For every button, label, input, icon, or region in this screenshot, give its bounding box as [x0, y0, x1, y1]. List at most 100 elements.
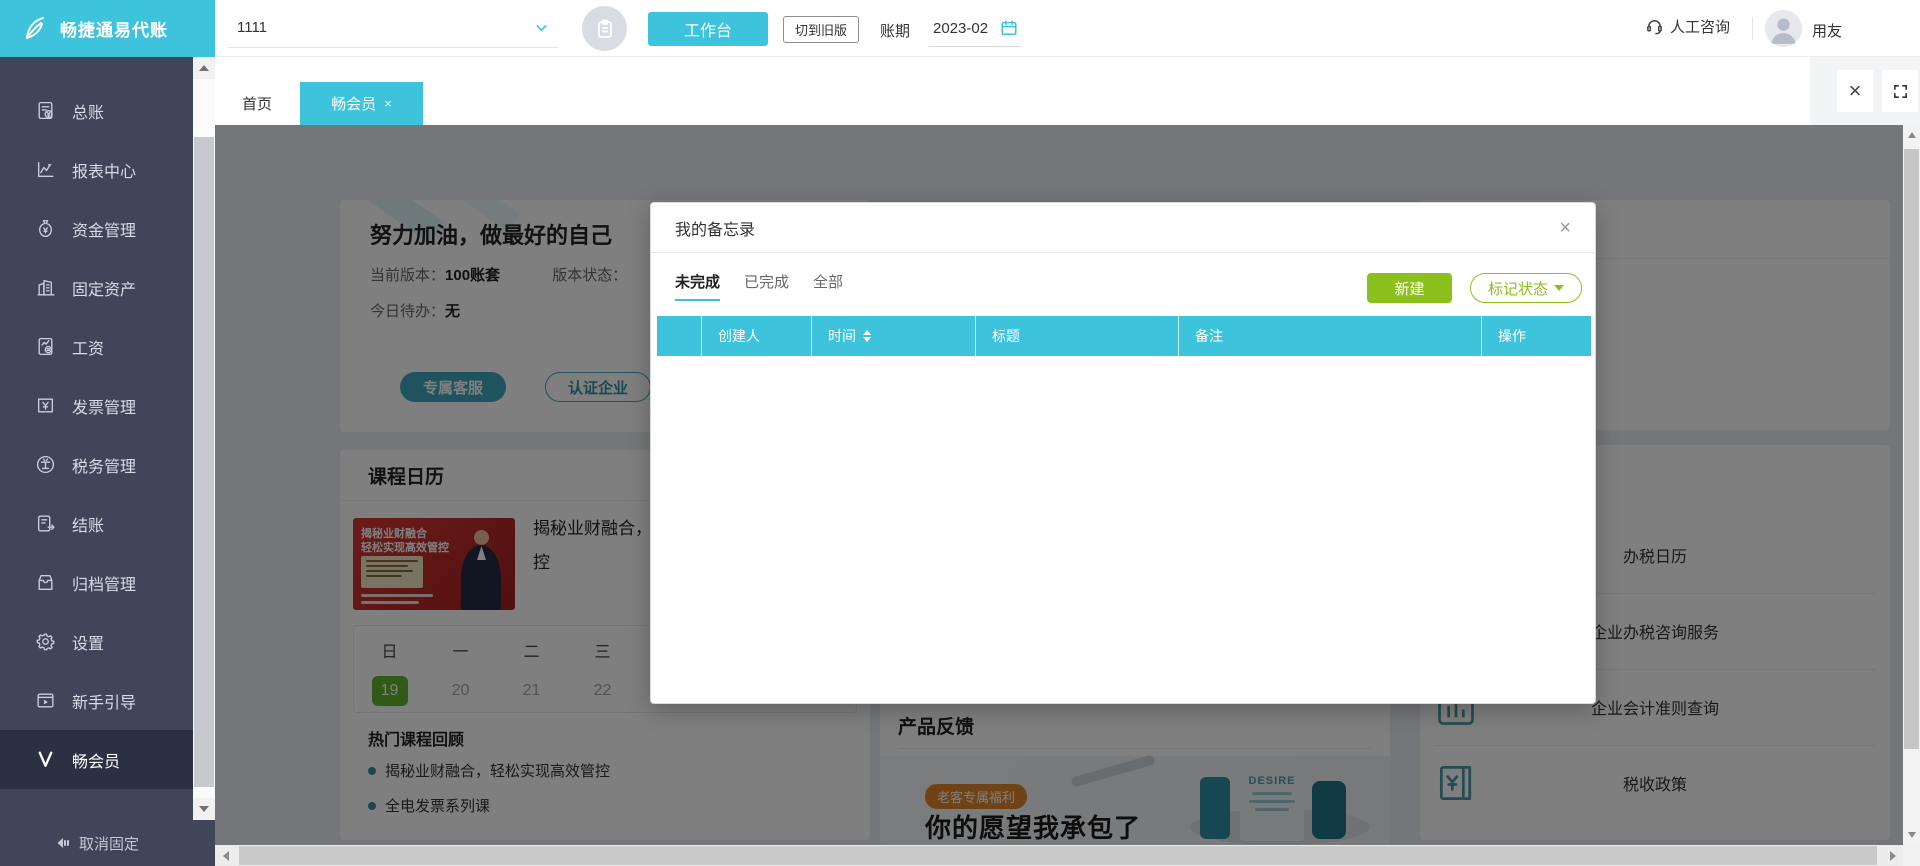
sidebar-item-payroll[interactable]: 工资 [0, 317, 193, 376]
vertical-scrollbar-thumb[interactable] [1904, 149, 1919, 749]
sidebar-item-funds[interactable]: 资金管理 [0, 199, 193, 258]
sidebar-item-reports[interactable]: 报表中心 [0, 140, 193, 199]
report-icon [34, 159, 56, 180]
column-time-sortable[interactable]: 时间 [812, 316, 976, 356]
scroll-left-arrow[interactable] [215, 845, 236, 866]
avatar[interactable] [1765, 10, 1802, 47]
sidebar-item-label: 新手引导 [72, 694, 137, 712]
modal-header: 我的备忘录 × [651, 203, 1595, 253]
sidebar-nav: 总账 报表中心 资金管理 固定资产 工资 发票管理 税务管理 结账 归档管理 设… [0, 57, 193, 789]
unpin-sidebar-button[interactable]: 取消固定 [0, 820, 215, 866]
scroll-up-arrow[interactable] [1903, 125, 1920, 145]
user-name[interactable]: 用友 [1812, 20, 1842, 41]
horizontal-scrollbar [215, 845, 1903, 866]
scroll-right-arrow[interactable] [1882, 845, 1903, 866]
column-select [657, 316, 702, 356]
sidebar-item-closing[interactable]: 结账 [0, 494, 193, 553]
sidebar-scrollbar-thumb[interactable] [194, 137, 214, 787]
sidebar-item-label: 结账 [72, 517, 105, 535]
sidebar-item-guide[interactable]: 新手引导 [0, 671, 193, 730]
sidebar-item-label: 固定资产 [72, 281, 137, 299]
new-memo-button[interactable]: 新建 [1367, 273, 1452, 303]
tab-label: 畅会员 [331, 96, 377, 113]
tab-label: 首页 [241, 96, 272, 113]
tab-close-icon[interactable]: × [384, 96, 392, 111]
tab-home[interactable]: 首页 [222, 82, 292, 125]
memo-table-body [657, 356, 1591, 699]
period-value[interactable]: 2023-02 [933, 20, 988, 37]
sidebar-scrollbar [193, 57, 215, 820]
guide-icon [34, 690, 56, 711]
modal-title: 我的备忘录 [675, 221, 756, 239]
invoice-icon [34, 395, 56, 416]
sidebar-item-invoices[interactable]: 发票管理 [0, 376, 193, 435]
account-underline [228, 47, 558, 48]
calendar-icon[interactable] [1000, 19, 1018, 42]
sidebar-item-archive[interactable]: 归档管理 [0, 553, 193, 612]
mark-status-button[interactable]: 标记状态 [1470, 273, 1582, 303]
sidebar-item-label: 归档管理 [72, 576, 137, 594]
headset-icon [1645, 17, 1664, 36]
sidebar-item-label: 发票管理 [72, 399, 137, 417]
fixed-assets-icon [34, 277, 56, 298]
sidebar-item-label: 税务管理 [72, 458, 137, 476]
close-icon: × [1848, 78, 1862, 103]
memo-icon[interactable] [582, 6, 627, 51]
payroll-icon [34, 336, 56, 357]
sidebar-item-label: 资金管理 [72, 222, 137, 240]
sidebar-item-settings[interactable]: 设置 [0, 612, 193, 671]
scroll-down-arrow[interactable] [193, 798, 215, 820]
sidebar-item-label: 畅会员 [72, 753, 121, 771]
tab-bar: 首页 畅会员 × × [215, 57, 1920, 125]
sidebar-item-tax[interactable]: 税务管理 [0, 435, 193, 494]
column-actions: 操作 [1498, 328, 1526, 344]
feather-logo-icon [20, 14, 50, 44]
workbench-button[interactable]: 工作台 [648, 12, 768, 46]
page: 畅捷通易代账 1111 工作台 切到旧版 账期 2023-02 人工咨询 用友 [0, 0, 1920, 866]
scroll-up-arrow[interactable] [193, 57, 215, 79]
support-label: 人工咨询 [1670, 19, 1731, 36]
unpin-icon [55, 835, 71, 851]
divider [1752, 17, 1753, 40]
modal-tab-all[interactable]: 全部 [813, 271, 843, 301]
period-label: 账期 [880, 23, 911, 40]
account-selector[interactable]: 1111 [237, 19, 267, 36]
period-underline [929, 46, 1021, 47]
sidebar-item-label: 报表中心 [72, 163, 137, 181]
sort-icon[interactable] [863, 330, 871, 342]
sidebar-item-label: 总账 [72, 104, 105, 122]
scrollbar-corner [1903, 845, 1920, 866]
top-bar: 畅捷通易代账 1111 工作台 切到旧版 账期 2023-02 人工咨询 用友 [0, 0, 1920, 57]
sidebar-item-label: 工资 [72, 340, 105, 358]
chevron-down-icon[interactable] [534, 21, 549, 41]
ledger-icon [34, 100, 56, 121]
support-link[interactable]: 人工咨询 [1645, 16, 1730, 37]
modal-tab-unfinished[interactable]: 未完成 [675, 271, 721, 301]
sidebar-item-vip-member[interactable]: 畅会员 [0, 730, 193, 789]
tab-vip-member[interactable]: 畅会员 × [300, 82, 423, 125]
expand-icon [1892, 83, 1909, 100]
unpin-label: 取消固定 [79, 835, 140, 853]
fullscreen-button[interactable] [1882, 70, 1918, 112]
tax-icon [34, 454, 56, 475]
sidebar-item-label: 设置 [72, 635, 105, 653]
column-note: 备注 [1179, 316, 1482, 356]
sidebar-item-fixed-assets[interactable]: 固定资产 [0, 258, 193, 317]
funds-icon [34, 218, 56, 239]
vip-icon [34, 749, 56, 770]
scroll-down-arrow[interactable] [1903, 825, 1920, 845]
sidebar: 总账 报表中心 资金管理 固定资产 工资 发票管理 税务管理 结账 归档管理 设… [0, 57, 215, 866]
sidebar-item-ledger[interactable]: 总账 [0, 81, 193, 140]
switch-old-version-button[interactable]: 切到旧版 [783, 16, 859, 43]
modal-close-icon[interactable]: × [1559, 218, 1571, 238]
settings-icon [34, 631, 56, 652]
caret-down-icon [1554, 285, 1564, 291]
horizontal-scrollbar-thumb[interactable] [239, 846, 1877, 865]
memo-modal: 我的备忘录 × 未完成 已完成 全部 新建 标记状态 创建人 时间 标题 备注 … [650, 202, 1596, 704]
archive-icon [34, 572, 56, 593]
memo-table-header: 创建人 时间 标题 备注 操作 [657, 316, 1591, 356]
modal-tab-finished[interactable]: 已完成 [744, 271, 789, 301]
column-creator: 创建人 [702, 316, 812, 356]
column-title: 标题 [976, 316, 1179, 356]
content-close-button[interactable]: × [1837, 70, 1873, 112]
